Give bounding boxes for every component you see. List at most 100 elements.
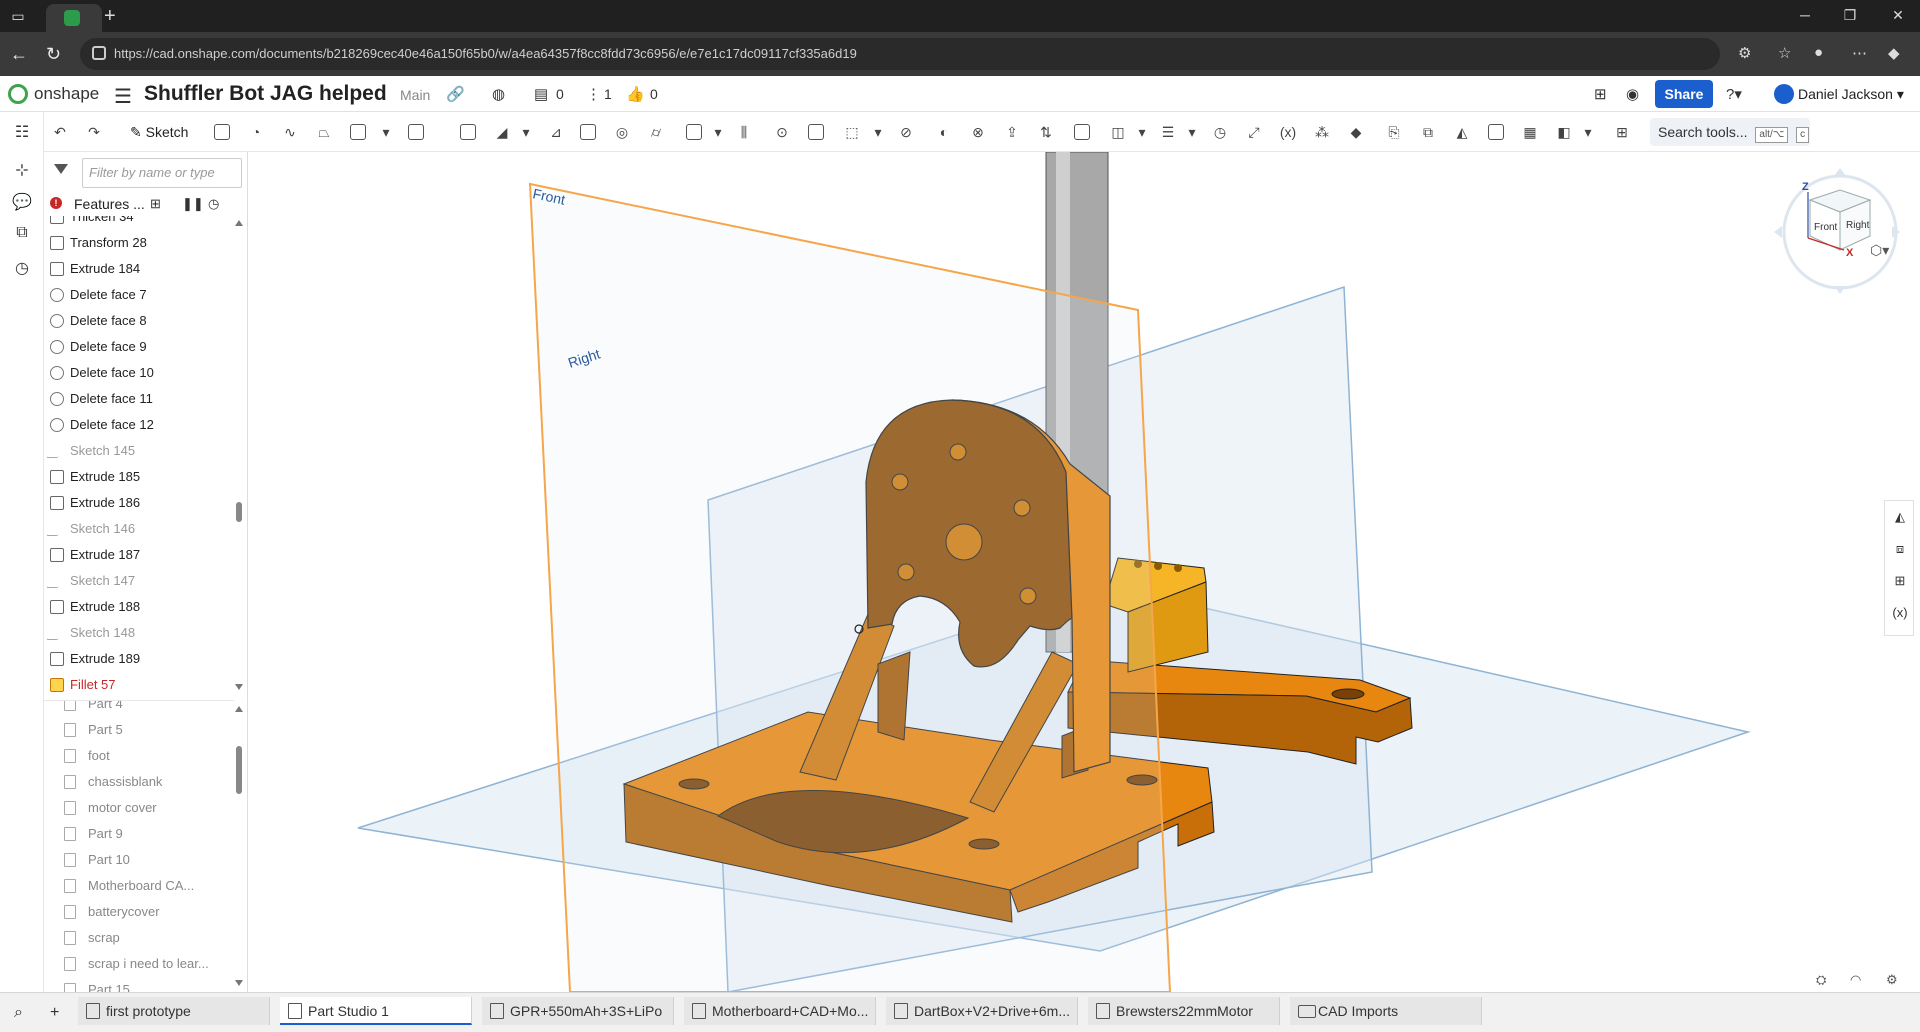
element-tab[interactable]: GPR+550mAh+3S+LiPo <box>482 997 674 1025</box>
appearance-icon[interactable]: ◆ <box>1346 122 1366 142</box>
feature-item[interactable]: Extrude 186 <box>44 490 234 516</box>
draft-icon[interactable]: ◢ <box>492 122 512 142</box>
mass-properties-icon[interactable]: ⊞ <box>1891 573 1909 591</box>
public-globe-icon[interactable]: ◍ <box>492 85 505 103</box>
element-tab[interactable]: Part Studio 1 <box>280 997 472 1025</box>
appearance-panel-icon[interactable]: ◭ <box>1891 509 1909 527</box>
feature-item[interactable]: Extrude 185 <box>44 464 234 490</box>
search-tools-field[interactable]: Search tools... alt/⌥ c <box>1650 118 1810 146</box>
boolean-icon[interactable]: ⊙ <box>772 122 792 142</box>
help-icon[interactable]: ?▾ <box>1726 85 1742 103</box>
pattern-dropdown-icon[interactable]: ▾ <box>708 122 728 142</box>
shell-icon[interactable] <box>580 124 596 140</box>
fillet-icon[interactable] <box>408 124 424 140</box>
rotate-up-icon[interactable] <box>1834 168 1846 176</box>
display-states-icon[interactable]: ⧈ <box>1891 541 1909 559</box>
feature-item[interactable]: Delete face 8 <box>44 308 234 334</box>
redo-icon[interactable]: ↷ <box>84 122 104 142</box>
scroll-thumb[interactable] <box>236 746 242 794</box>
thicken-icon[interactable] <box>350 124 366 140</box>
delete-face-icon[interactable]: ⊗ <box>968 122 988 142</box>
named-views-icon[interactable]: ⛭ <box>1816 972 1826 988</box>
minimize-icon[interactable]: ─ <box>1795 7 1815 23</box>
feature-item[interactable]: Delete face 11 <box>44 386 234 412</box>
learning-center-icon[interactable]: ◉ <box>1626 85 1639 103</box>
part-item[interactable]: scrap <box>44 925 234 951</box>
add-element-icon[interactable]: + <box>50 1004 59 1022</box>
custom-features-icon[interactable]: ◧ <box>1554 122 1574 142</box>
parts-icon[interactable]: ⊹ <box>12 160 32 180</box>
feature-item[interactable]: Extrude 189 <box>44 646 234 672</box>
feature-item[interactable]: Delete face 7 <box>44 282 234 308</box>
surface-icon[interactable]: ◭ <box>1452 122 1472 142</box>
part-item[interactable]: batterycover <box>44 899 234 925</box>
extensions-icon[interactable]: ⚙ <box>1738 44 1751 62</box>
app-store-icon[interactable]: ⊞ <box>1594 85 1607 103</box>
custom-features-dropdown-icon[interactable]: ▾ <box>1578 122 1598 142</box>
branch-label[interactable]: Main <box>400 87 430 103</box>
cylinder-icon[interactable]: ⌭ <box>646 122 666 142</box>
part-item[interactable]: Part 4 <box>44 701 234 717</box>
feature-item[interactable]: Extrude 184 <box>44 256 234 282</box>
features-label[interactable]: Features ... <box>74 196 145 212</box>
parts-list-scrollbar[interactable] <box>235 704 243 988</box>
derived-icon[interactable]: ⎘ <box>1384 122 1404 142</box>
user-menu[interactable]: Daniel Jackson ▾ <box>1798 86 1904 103</box>
feature-item[interactable]: Sketch 148 <box>44 620 234 646</box>
window-menu-icon[interactable]: ▭ <box>10 8 26 24</box>
part-item[interactable]: scrap i need to lear... <box>44 951 234 977</box>
scroll-thumb[interactable] <box>236 502 242 522</box>
hole-icon[interactable]: ◎ <box>612 122 632 142</box>
back-icon[interactable]: ← <box>10 44 28 65</box>
measure-icon[interactable]: ◷ <box>1210 122 1230 142</box>
onshape-logo-icon[interactable] <box>8 84 28 104</box>
sheet-metal-icon[interactable]: ☰ <box>1158 122 1178 142</box>
site-info-icon[interactable] <box>92 46 106 60</box>
user-avatar[interactable] <box>1774 84 1794 104</box>
model-canvas[interactable]: Front Right <box>248 152 1920 992</box>
transform-icon[interactable]: ⬚ <box>842 122 862 142</box>
feature-item[interactable]: Sketch 146 <box>44 516 234 542</box>
link-icon[interactable]: 🔗 <box>446 85 465 103</box>
section-view-icon[interactable]: ⤢ <box>1244 122 1264 142</box>
add-folder-icon[interactable]: ⊞ <box>150 196 161 212</box>
plane-icon[interactable] <box>1074 124 1090 140</box>
part-item[interactable]: chassisblank <box>44 769 234 795</box>
part-item[interactable]: Motherboard CA... <box>44 873 234 899</box>
wrap-icon[interactable]: ▦ <box>1520 122 1540 142</box>
scroll-down-icon[interactable] <box>235 980 243 986</box>
modify-fillet-icon[interactable]: ◐ <box>934 122 954 142</box>
scroll-up-icon[interactable] <box>235 706 243 712</box>
mate-dropdown-icon[interactable]: ▾ <box>1132 122 1152 142</box>
element-tab[interactable]: DartBox+V2+Drive+6m... <box>886 997 1078 1025</box>
document-title[interactable]: Shuffler Bot JAG helped <box>144 82 387 106</box>
extrude-icon[interactable] <box>214 124 230 140</box>
view-options-icon[interactable]: ⬡▾ <box>1870 242 1889 259</box>
chamfer-icon[interactable] <box>460 124 476 140</box>
view-cube[interactable]: Front Right Z X <box>1768 162 1908 302</box>
timer-icon[interactable]: ◷ <box>208 196 219 212</box>
transform-dropdown-icon[interactable]: ▾ <box>868 122 888 142</box>
undo-icon[interactable]: ↶ <box>50 122 70 142</box>
variable-icon[interactable]: (x) <box>1278 122 1298 142</box>
variables-panel-icon[interactable]: (x) <box>1891 605 1909 623</box>
thicken-dropdown-icon[interactable]: ▾ <box>376 122 396 142</box>
part-item[interactable]: Part 5 <box>44 717 234 743</box>
part-item[interactable]: Part 10 <box>44 847 234 873</box>
draft-dropdown-icon[interactable]: ▾ <box>516 122 536 142</box>
document-menu-icon[interactable]: ☰ <box>114 84 132 109</box>
more-menu-icon[interactable]: ⋯ <box>1852 44 1867 62</box>
feature-item[interactable]: Sketch 147 <box>44 568 234 594</box>
front-plane[interactable] <box>528 182 1172 992</box>
part-item[interactable]: motor cover <box>44 795 234 821</box>
element-tab[interactable]: Motherboard+CAD+Mo... <box>684 997 876 1025</box>
sheet-metal-dropdown-icon[interactable]: ▾ <box>1182 122 1202 142</box>
sweep-icon[interactable]: ∿ <box>280 122 300 142</box>
feature-item[interactable]: Extrude 187 <box>44 542 234 568</box>
copilot-icon[interactable]: ◆ <box>1888 44 1900 62</box>
profile-icon[interactable]: ● <box>1814 44 1823 61</box>
delete-part-icon[interactable]: ⊘ <box>896 122 916 142</box>
favorites-icon[interactable]: ☆ <box>1778 44 1791 62</box>
feature-item[interactable]: Extrude 188 <box>44 594 234 620</box>
feature-item[interactable]: Thicken 34 <box>44 216 234 230</box>
